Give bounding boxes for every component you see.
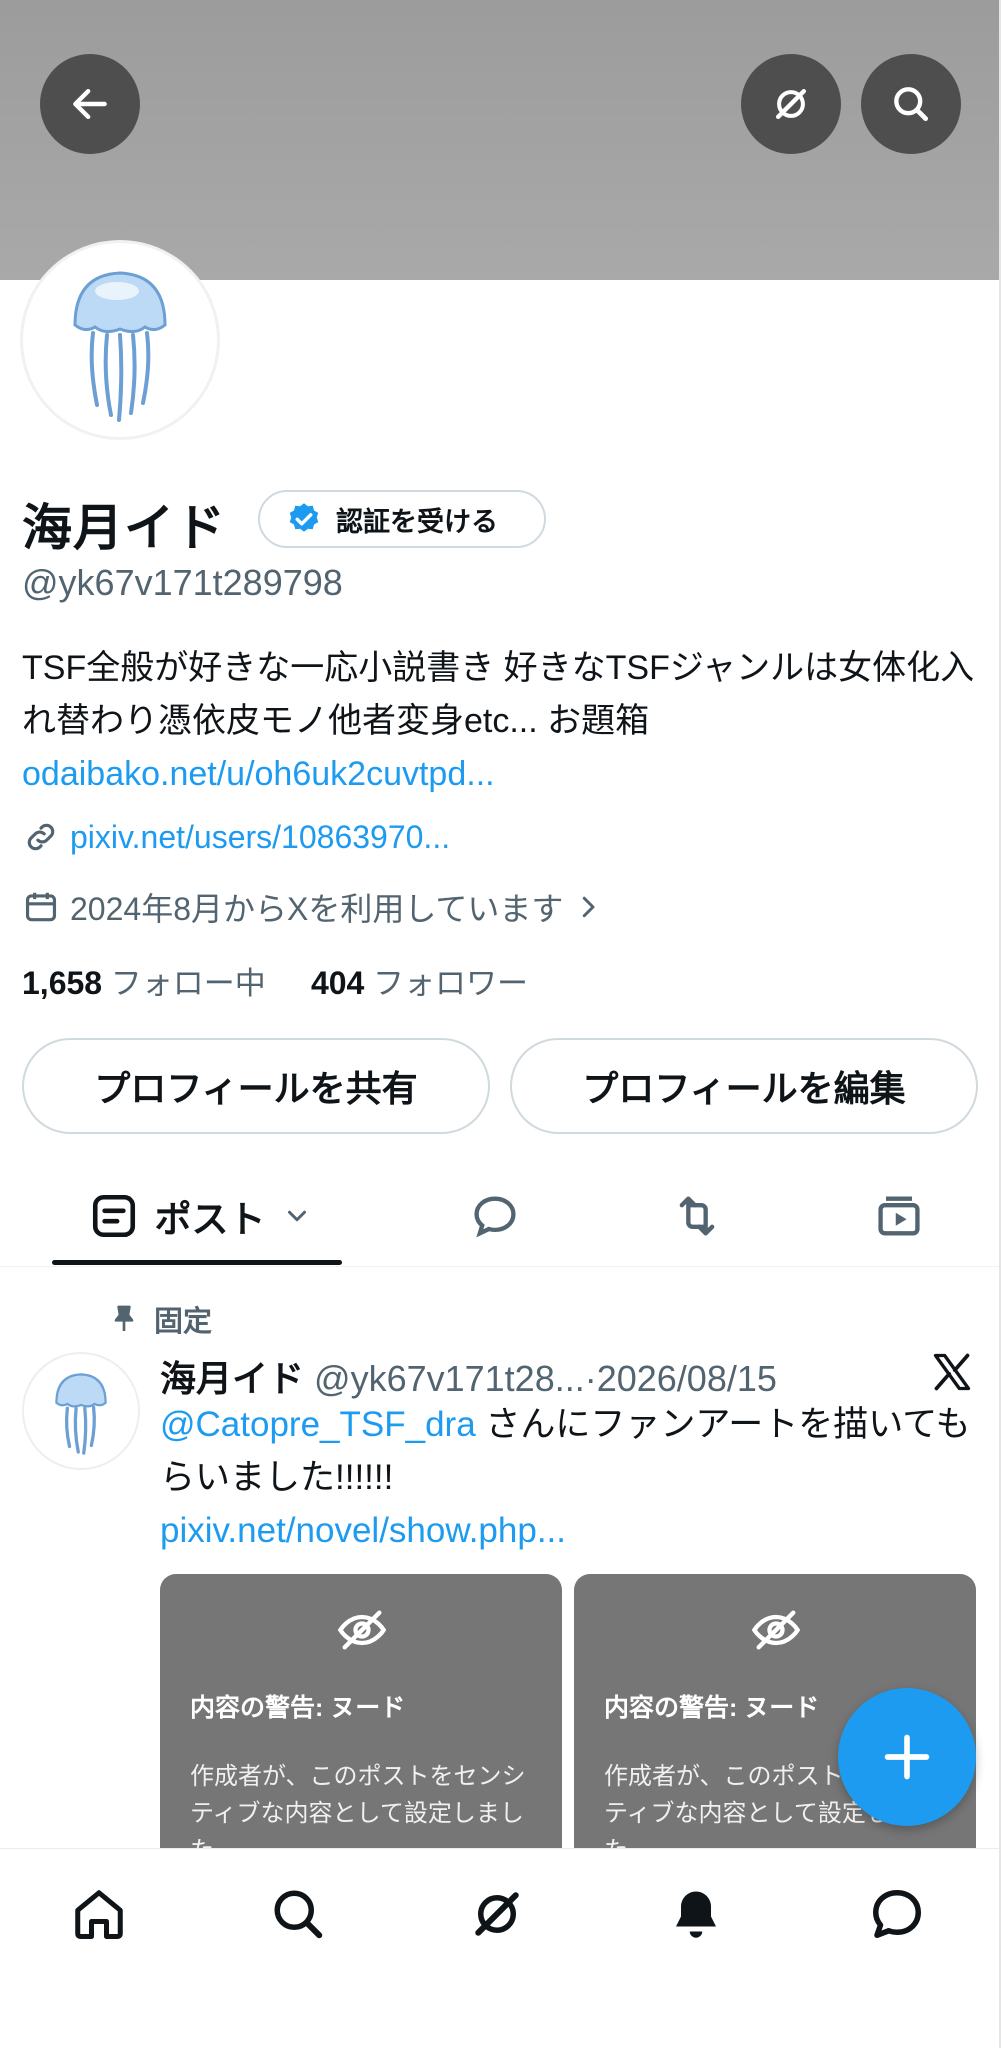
- profile-tabs: ポスト: [0, 1168, 1001, 1267]
- post-header: 海月イド @yk67v171t28...·2026/08/15: [160, 1350, 777, 1402]
- post-author-name[interactable]: 海月イド: [160, 1358, 304, 1399]
- plus-icon: [884, 1734, 930, 1780]
- post-author-avatar[interactable]: [22, 1352, 140, 1470]
- posts-icon: [92, 1194, 135, 1238]
- profile-website-row: pixiv.net/users/10863970...: [22, 818, 450, 856]
- pin-icon: [114, 1305, 134, 1331]
- tab-replies[interactable]: [440, 1168, 550, 1264]
- grok-icon: [475, 1892, 519, 1936]
- nav-search[interactable]: [263, 1879, 333, 1949]
- profile-banner: [0, 0, 1001, 280]
- chevron-right-icon: [583, 896, 595, 918]
- jellyfish-avatar-image: [55, 1373, 107, 1455]
- post-link[interactable]: pixiv.net/novel/show.php...: [160, 1511, 566, 1550]
- grok-button[interactable]: [741, 54, 841, 154]
- edit-profile-button[interactable]: プロフィールを編集: [510, 1038, 978, 1134]
- arrow-left-icon: [73, 88, 107, 120]
- eye-slash-icon: [337, 1610, 387, 1650]
- following-count: 1,658: [22, 965, 103, 1001]
- following-link[interactable]: 1,658 フォロー中: [22, 965, 266, 1001]
- tab-posts[interactable]: ポスト: [60, 1168, 340, 1264]
- bio-text: TSF全般が好きな一応小説書き 好きなTSFジャンルは女体化入れ替わり憑依皮モノ…: [22, 649, 975, 740]
- pinned-indicator: 固定: [108, 1298, 212, 1340]
- back-button[interactable]: [40, 54, 140, 154]
- follow-stats: 1,658 フォロー中 404 フォロワー: [22, 958, 528, 1003]
- profile-website-link[interactable]: pixiv.net/users/10863970...: [70, 819, 450, 856]
- eye-slash-icon: [751, 1610, 801, 1650]
- bell-icon: [676, 1891, 716, 1938]
- post-text: @Catopre_TSF_dra さんにファンアートを描いてもらいました!!!!…: [160, 1398, 980, 1557]
- profile-handle: @yk67v171t289798: [22, 562, 343, 603]
- profile-name: 海月イド: [22, 500, 226, 556]
- search-icon: [274, 1890, 323, 1939]
- get-verified-button[interactable]: 認証を受ける: [258, 490, 546, 548]
- get-verified-label: 認証を受ける: [336, 506, 498, 537]
- nav-grok[interactable]: [462, 1879, 532, 1949]
- tab-media[interactable]: [844, 1168, 954, 1264]
- following-label: フォロー中: [110, 966, 266, 1001]
- followers-count: 404: [310, 965, 365, 1001]
- post-mention[interactable]: @Catopre_TSF_dra: [160, 1405, 476, 1444]
- video-icon: [878, 1196, 920, 1236]
- chevron-down-icon: [287, 1210, 306, 1222]
- post-author-handle[interactable]: @yk67v171t28...: [314, 1358, 585, 1399]
- tab-posts-label: ポスト: [154, 1199, 266, 1240]
- profile-avatar[interactable]: [20, 240, 220, 440]
- content-warning-title: 内容の警告: ヌード: [604, 1694, 820, 1722]
- search-button[interactable]: [861, 54, 961, 154]
- repost-icon: [679, 1196, 715, 1236]
- content-warning-title: 内容の警告: ヌード: [190, 1694, 406, 1722]
- link-icon: [27, 823, 55, 851]
- bottom-navigation: [0, 1848, 1001, 2049]
- profile-joined-text: 2024年8月からXを利用しています: [70, 891, 564, 927]
- grok-icon: [775, 88, 807, 120]
- post-date[interactable]: ·2026/08/15: [585, 1358, 777, 1399]
- bio-link[interactable]: odaibako.net/u/oh6uk2cuvtpd...: [22, 755, 495, 793]
- nav-messages[interactable]: [862, 1879, 932, 1949]
- compose-post-button[interactable]: [838, 1688, 976, 1826]
- reply-bubble-icon: [474, 1196, 516, 1238]
- x-logo-icon[interactable]: [930, 1350, 974, 1394]
- home-icon: [75, 1890, 123, 1939]
- nav-home[interactable]: [64, 1879, 134, 1949]
- search-icon: [894, 87, 929, 122]
- pinned-label: 固定: [154, 1306, 213, 1338]
- nav-notifications[interactable]: [661, 1879, 731, 1949]
- jellyfish-avatar-image: [73, 271, 167, 422]
- tab-reposts[interactable]: [642, 1168, 752, 1264]
- calendar-icon: [25, 892, 57, 922]
- followers-link[interactable]: 404 フォロワー: [310, 965, 528, 1001]
- sensitive-media-card[interactable]: 内容の警告: ヌード 作成者が、このポストをセンシティブな内容として設定しました…: [160, 1574, 562, 1874]
- verified-badge-icon: [289, 503, 319, 532]
- share-profile-button[interactable]: プロフィールを共有: [22, 1038, 490, 1134]
- tab-active-indicator: [52, 1260, 342, 1265]
- chat-bubble-icon: [873, 1890, 921, 1938]
- profile-joined-row[interactable]: 2024年8月からXを利用しています: [22, 884, 603, 930]
- profile-bio: TSF全般が好きな一応小説書き 好きなTSFジャンルは女体化入れ替わり憑依皮モノ…: [22, 642, 982, 801]
- followers-label: フォロワー: [372, 966, 528, 1001]
